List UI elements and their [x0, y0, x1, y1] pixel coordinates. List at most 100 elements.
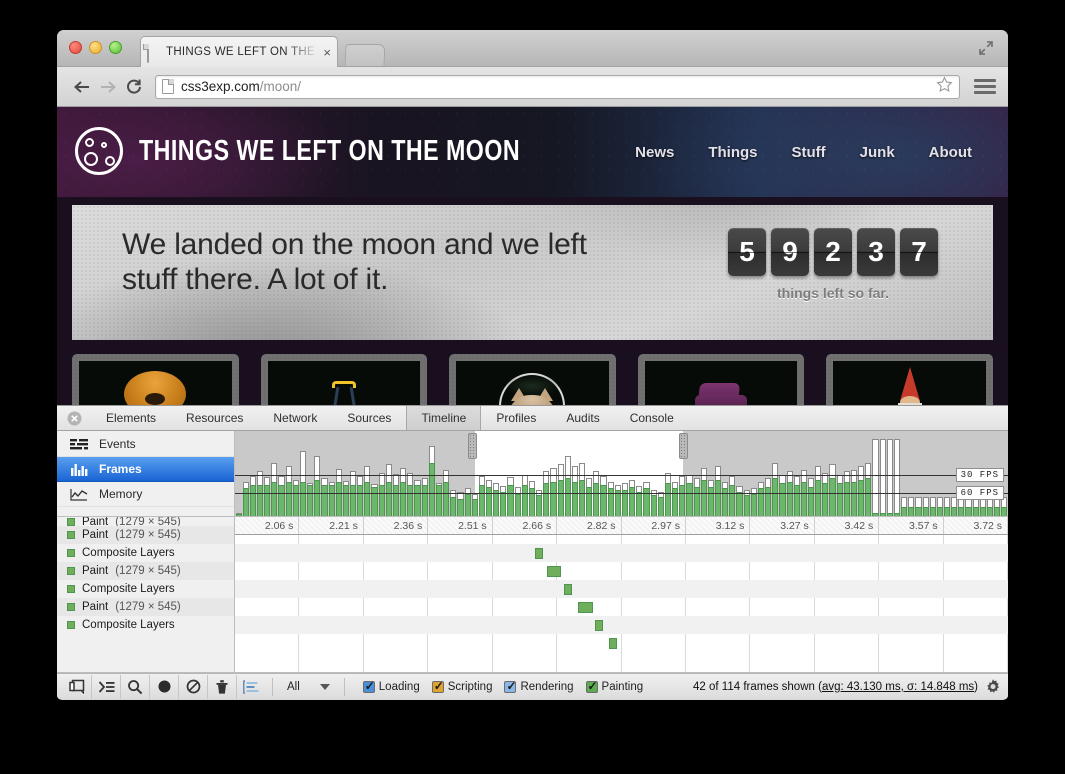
- tab-resources[interactable]: Resources: [171, 406, 258, 430]
- tab-sources[interactable]: Sources: [332, 406, 406, 430]
- nav-item-things[interactable]: Things: [708, 144, 757, 161]
- filter-select[interactable]: All: [279, 681, 338, 693]
- record-row[interactable]: Paint (1279 × 545): [57, 526, 234, 544]
- timeline-event-bar[interactable]: [535, 548, 543, 559]
- timeline-row[interactable]: [235, 535, 1008, 544]
- frame-bar: [880, 439, 886, 516]
- new-tab-button[interactable]: [345, 44, 386, 66]
- record-label: Composite Layers: [82, 619, 175, 631]
- frame-bar: [450, 490, 456, 516]
- frame-bar: [407, 473, 413, 516]
- filter-rendering[interactable]: Rendering: [504, 681, 573, 693]
- frames-overview-graph[interactable]: 30 FPS 60 FPS: [235, 431, 1008, 516]
- frame-bar: [271, 463, 277, 516]
- record-row[interactable]: Composite Layers: [57, 616, 234, 634]
- frame-bar: [679, 476, 685, 516]
- frame-bar: [457, 492, 463, 516]
- timeline-row[interactable]: [235, 634, 1008, 652]
- timeline-ruler: 2.06 s2.21 s2.36 s2.51 s2.66 s2.82 s2.97…: [235, 517, 1008, 535]
- frame-bar: [894, 439, 900, 516]
- site-brand[interactable]: THINGS WE LEFT ON THE MOON: [75, 127, 615, 175]
- timeline-event-bar[interactable]: [609, 638, 617, 649]
- timeline-event-bar[interactable]: [564, 584, 572, 595]
- record-row[interactable]: Paint (1279 × 545): [57, 562, 234, 580]
- record-row[interactable]: Paint (1279 × 545): [57, 517, 234, 526]
- record-label: Paint: [82, 517, 108, 526]
- records-timeline-grid[interactable]: 2.06 s2.21 s2.36 s2.51 s2.66 s2.82 s2.97…: [235, 517, 1008, 672]
- close-icon[interactable]: [57, 406, 91, 430]
- overview-mode-events[interactable]: Events: [57, 432, 234, 457]
- tab-console[interactable]: Console: [615, 406, 689, 430]
- gear-icon[interactable]: [984, 678, 1002, 696]
- filter-loading[interactable]: Loading: [363, 681, 420, 693]
- timeline-event-bar[interactable]: [595, 620, 603, 631]
- timeline-tick: 2.21 s: [299, 517, 363, 534]
- close-window-button[interactable]: [69, 41, 82, 54]
- frame-bar: [429, 446, 435, 517]
- timeline-event-bar[interactable]: [547, 566, 562, 577]
- browser-tab[interactable]: THINGS WE LEFT ON THE M ×: [140, 36, 338, 67]
- nav-item-news[interactable]: News: [635, 144, 674, 161]
- frame-bar: [515, 487, 521, 516]
- timeline-row[interactable]: [235, 544, 1008, 562]
- search-icon[interactable]: [121, 675, 150, 699]
- forward-arrow-icon[interactable]: [95, 74, 121, 100]
- reload-icon[interactable]: [121, 74, 147, 100]
- back-arrow-icon[interactable]: [69, 74, 95, 100]
- tab-audits[interactable]: Audits: [551, 406, 614, 430]
- hero-headline: We landed on the moon and we left stuff …: [122, 227, 612, 298]
- frame-bar: [572, 466, 578, 516]
- overview-mode-frames[interactable]: Frames: [57, 457, 234, 482]
- timeline-tick: 3.27 s: [750, 517, 814, 534]
- record-row[interactable]: Paint (1279 × 545): [57, 598, 234, 616]
- frame-bar: [371, 484, 377, 516]
- filter-painting[interactable]: Painting: [586, 681, 644, 693]
- counter-digit: 3: [857, 228, 895, 276]
- record-row[interactable]: Composite Layers: [57, 580, 234, 598]
- frame-bar: [665, 473, 671, 516]
- timeline-event-bar[interactable]: [578, 602, 593, 613]
- frame-bar: [923, 497, 929, 516]
- zoom-window-button[interactable]: [109, 41, 122, 54]
- clear-icon[interactable]: [179, 675, 208, 699]
- dock-panel-icon[interactable]: [63, 675, 92, 699]
- nav-item-junk[interactable]: Junk: [860, 144, 895, 161]
- console-drawer-icon[interactable]: [92, 675, 121, 699]
- timeline-row[interactable]: [235, 580, 1008, 598]
- frame-bar: [615, 485, 621, 516]
- timeline-row[interactable]: [235, 562, 1008, 580]
- frame-bar: [686, 475, 692, 516]
- glue-records-icon[interactable]: [237, 675, 266, 699]
- maximize-icon[interactable]: [978, 40, 994, 56]
- address-bar[interactable]: css3exp.com/moon/: [155, 75, 960, 99]
- frame-bar: [314, 456, 320, 516]
- hamburger-menu-icon[interactable]: [974, 79, 996, 94]
- filter-scripting[interactable]: Scripting: [432, 681, 493, 693]
- timeline-row[interactable]: [235, 598, 1008, 616]
- frame-bar: [307, 483, 313, 516]
- tab-profiles[interactable]: Profiles: [481, 406, 551, 430]
- timeline-records: Paint (1279 × 545) Paint (1279 × 545) Co…: [57, 517, 1008, 673]
- record-detail: (1279 × 545): [115, 565, 181, 577]
- nav-item-about[interactable]: About: [929, 144, 972, 161]
- bookmark-star-icon[interactable]: [936, 76, 953, 98]
- page-viewport: THINGS WE LEFT ON THE MOON News Things S…: [57, 107, 1008, 699]
- nav-item-stuff[interactable]: Stuff: [792, 144, 826, 161]
- timeline-tick: 3.12 s: [686, 517, 750, 534]
- record-label: Paint: [82, 529, 108, 541]
- tab-timeline[interactable]: Timeline: [406, 406, 481, 430]
- counter-digits: 5 9 2 3 7: [728, 228, 938, 276]
- overview-mode-memory[interactable]: Memory: [57, 482, 234, 507]
- close-icon[interactable]: ×: [323, 46, 331, 59]
- filter-label: Rendering: [520, 681, 573, 693]
- timeline-row[interactable]: [235, 616, 1008, 634]
- record-icon[interactable]: [150, 675, 179, 699]
- trash-icon[interactable]: [208, 675, 237, 699]
- record-row[interactable]: Composite Layers: [57, 544, 234, 562]
- timeline-tick: 3.72 s: [944, 517, 1008, 534]
- tab-elements[interactable]: Elements: [91, 406, 171, 430]
- minimize-window-button[interactable]: [89, 41, 102, 54]
- record-type-filters: Loading Scripting Rendering Paintin: [363, 681, 643, 693]
- tab-network[interactable]: Network: [258, 406, 332, 430]
- record-label: Paint: [82, 565, 108, 577]
